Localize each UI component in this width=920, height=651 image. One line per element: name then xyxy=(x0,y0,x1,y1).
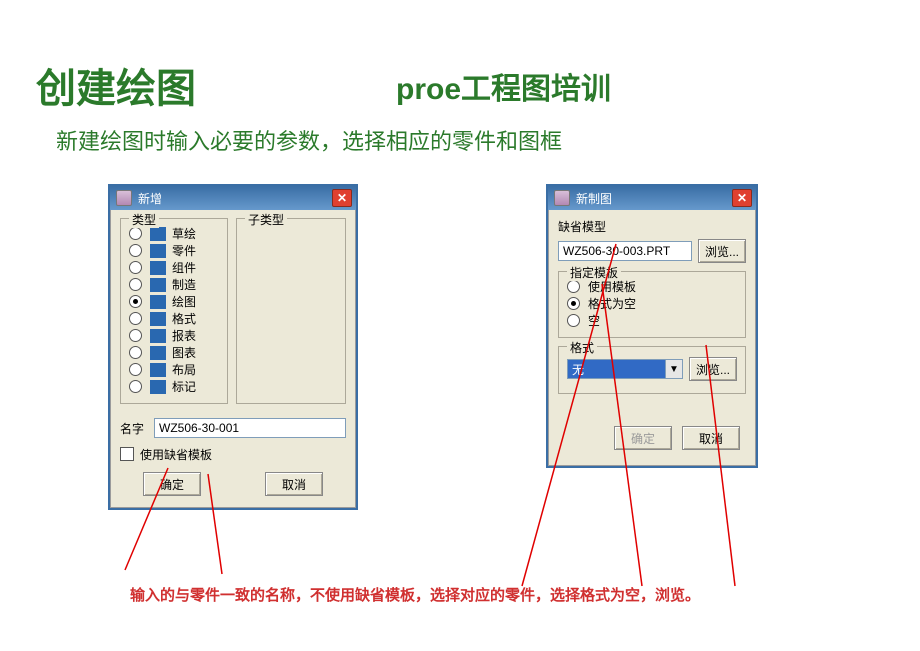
app-icon xyxy=(554,190,570,206)
type-option-format[interactable]: 格式 xyxy=(129,310,219,327)
name-input[interactable]: WZ506-30-001 xyxy=(154,418,346,438)
type-option-part[interactable]: 零件 xyxy=(129,242,219,259)
subtype-group-label: 子类型 xyxy=(245,211,287,228)
instruction-text: 新建绘图时输入必要的参数，选择相应的零件和图框 xyxy=(56,124,562,156)
template-option-empty[interactable]: 空 xyxy=(567,312,737,329)
dialog-draw-titlebar[interactable]: 新制图 ✕ xyxy=(548,186,756,210)
template-group-label: 指定模板 xyxy=(567,264,621,281)
dialog-new: 新增 ✕ 类型 草绘 零件 组件 制造 绘图 格式 报表 图表 布局 标记 子类… xyxy=(108,184,358,510)
template-option-format-empty[interactable]: 格式为空 xyxy=(567,295,737,312)
type-option-layout[interactable]: 布局 xyxy=(129,361,219,378)
browse-model-button[interactable]: 浏览... xyxy=(698,239,746,263)
caption-text: 输入的与零件一致的名称，不使用缺省模板，选择对应的零件，选择格式为空，浏览。 xyxy=(130,584,700,605)
ok-button[interactable]: 确定 xyxy=(614,426,672,450)
format-select[interactable]: 无 ▼ xyxy=(567,359,683,379)
type-group-label: 类型 xyxy=(129,211,159,228)
dialog-draw-title: 新制图 xyxy=(576,190,612,207)
app-icon xyxy=(116,190,132,206)
close-icon[interactable]: ✕ xyxy=(732,189,752,207)
type-option-assembly[interactable]: 组件 xyxy=(129,259,219,276)
format-group: 格式 无 ▼ 浏览... xyxy=(558,346,746,394)
name-label: 名字 xyxy=(120,420,154,437)
type-option-manufacture[interactable]: 制造 xyxy=(129,276,219,293)
chevron-down-icon: ▼ xyxy=(665,360,682,378)
page-title: 创建绘图 xyxy=(36,56,196,114)
cancel-button[interactable]: 取消 xyxy=(682,426,740,450)
format-group-label: 格式 xyxy=(567,339,597,356)
type-option-report[interactable]: 报表 xyxy=(129,327,219,344)
cancel-button[interactable]: 取消 xyxy=(265,472,323,496)
type-group: 类型 草绘 零件 组件 制造 绘图 格式 报表 图表 布局 标记 xyxy=(120,218,228,404)
type-option-drawing[interactable]: 绘图 xyxy=(129,293,219,310)
ok-button[interactable]: 确定 xyxy=(143,472,201,496)
default-model-input[interactable]: WZ506-30-003.PRT xyxy=(558,241,692,261)
dialog-new-title: 新增 xyxy=(138,190,162,207)
browse-format-button[interactable]: 浏览... xyxy=(689,357,737,381)
dialog-new-drawing: 新制图 ✕ 缺省模型 WZ506-30-003.PRT 浏览... 指定模板 使… xyxy=(546,184,758,468)
use-default-template-checkbox[interactable]: 使用缺省模板 xyxy=(120,444,346,464)
dialog-new-titlebar[interactable]: 新增 ✕ xyxy=(110,186,356,210)
type-option-chart[interactable]: 图表 xyxy=(129,344,219,361)
subtype-group: 子类型 xyxy=(236,218,346,404)
page-subtitle: proe工程图培训 xyxy=(396,64,611,108)
default-model-label: 缺省模型 xyxy=(558,218,746,235)
type-option-mark[interactable]: 标记 xyxy=(129,378,219,395)
close-icon[interactable]: ✕ xyxy=(332,189,352,207)
template-group: 指定模板 使用模板 格式为空 空 xyxy=(558,271,746,338)
